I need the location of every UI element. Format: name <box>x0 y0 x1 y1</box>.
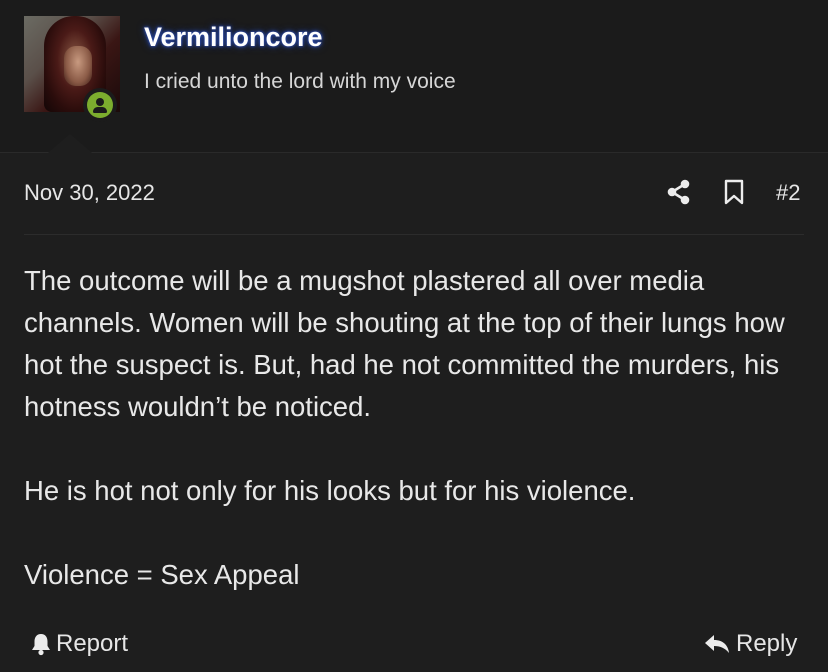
bell-icon <box>30 632 52 656</box>
post-body: The outcome will be a mugshot plastered … <box>24 260 814 596</box>
avatar-face <box>64 46 92 86</box>
reply-label: Reply <box>736 630 798 657</box>
meta-divider <box>24 234 804 235</box>
online-status-icon <box>83 88 117 122</box>
report-label: Report <box>56 630 129 657</box>
post-paragraph: The outcome will be a mugshot plastered … <box>24 265 785 422</box>
reply-button[interactable]: Reply <box>704 630 797 658</box>
post-date[interactable]: Nov 30, 2022 <box>24 180 155 206</box>
header-divider <box>0 152 828 153</box>
post-paragraph: Violence = Sex Appeal <box>24 559 300 590</box>
user-pointer-arrow <box>48 134 92 153</box>
report-button[interactable]: Report <box>30 630 128 658</box>
bookmark-icon[interactable] <box>722 179 746 205</box>
post-paragraph: He is hot not only for his looks but for… <box>24 475 636 506</box>
reply-icon <box>704 633 730 655</box>
username[interactable]: Vermilioncore <box>144 22 323 53</box>
share-icon[interactable] <box>666 179 692 205</box>
post-number-link[interactable]: #2 <box>776 180 800 206</box>
user-title: I cried unto the lord with my voice <box>144 70 456 93</box>
